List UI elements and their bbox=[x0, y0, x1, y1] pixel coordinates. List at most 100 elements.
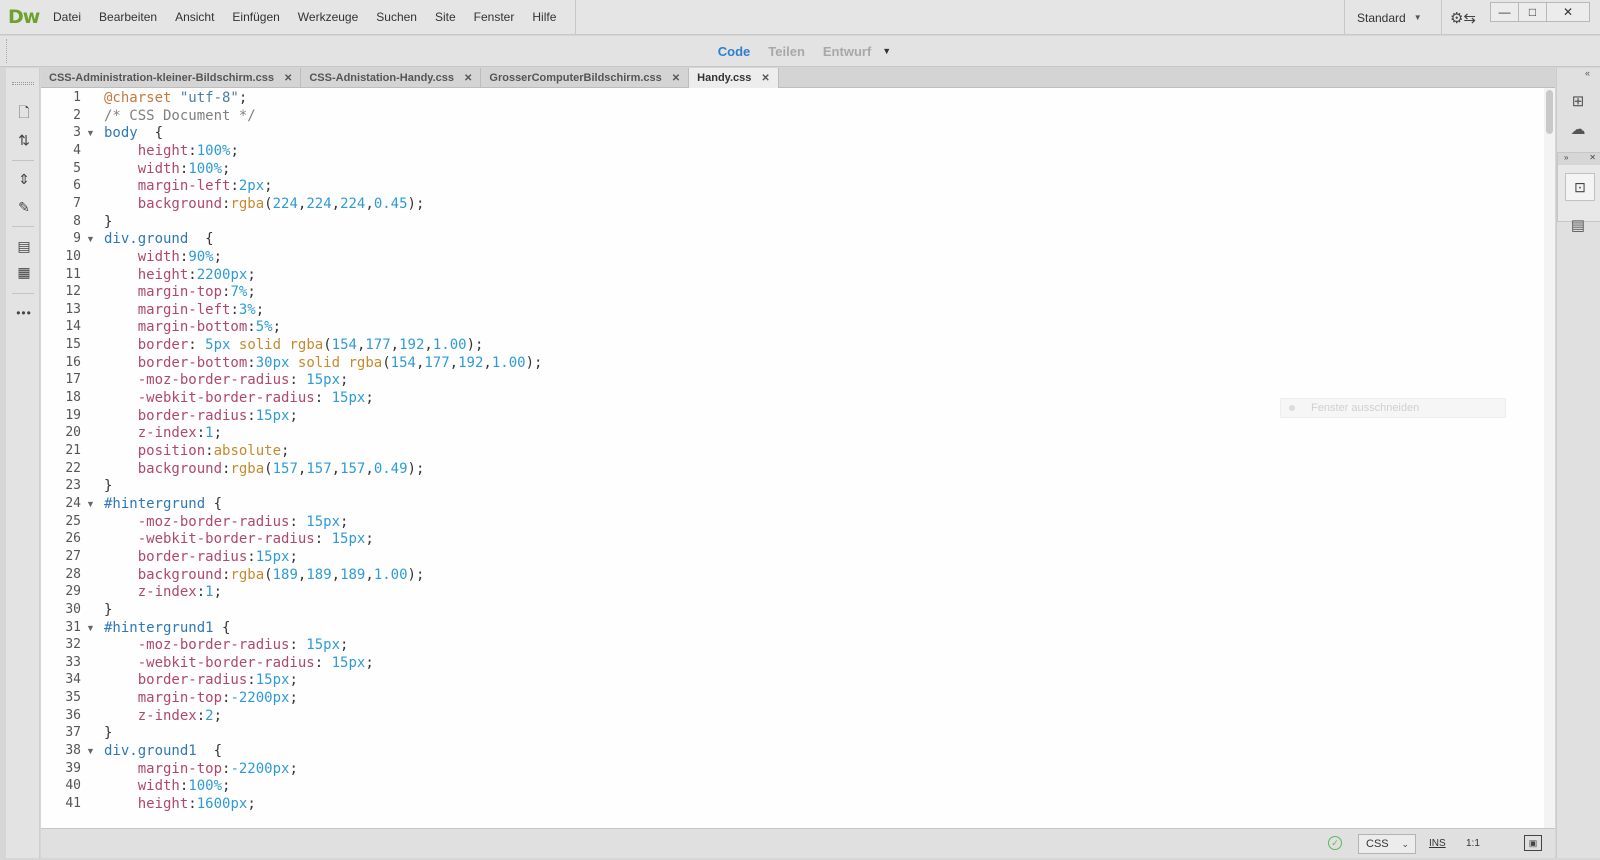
menu-8[interactable]: Hilfe bbox=[523, 0, 565, 35]
code-line[interactable]: background:rgba(189,189,189,1.00); bbox=[104, 566, 425, 584]
code-line[interactable]: width:90%; bbox=[104, 248, 222, 266]
close-tab-icon[interactable]: ✕ bbox=[284, 73, 292, 84]
fold-toggle-icon[interactable]: ▼ bbox=[86, 230, 95, 248]
code-line[interactable]: margin-top:-2200px; bbox=[104, 760, 298, 778]
code-line[interactable]: div.ground1 { bbox=[104, 742, 222, 760]
code-line[interactable]: -moz-border-radius: 15px; bbox=[104, 513, 349, 531]
menu-5[interactable]: Suchen bbox=[367, 0, 426, 35]
code-line[interactable]: #hintergrund { bbox=[104, 495, 222, 513]
document-tab[interactable]: Handy.css ✕ bbox=[689, 68, 779, 88]
code-editor[interactable]: 1 2 3 ▼ 4 5 6 7 8 9 ▼ 10 11 12 13 14 15 16 17 18 19 20 21 22 23 2… bbox=[41, 88, 1555, 828]
dom-panel-icon[interactable]: ▤ bbox=[1567, 214, 1589, 236]
code-line[interactable]: border: 5px solid rgba(154,177,192,1.00)… bbox=[104, 336, 484, 354]
document-tab[interactable]: CSS-Administration-kleiner-Bildschirm.cs… bbox=[41, 68, 302, 88]
site-structure-icon[interactable]: ⊞ bbox=[1567, 90, 1589, 112]
code-line[interactable]: position:absolute; bbox=[104, 442, 290, 460]
code-line[interactable]: margin-bottom:5%; bbox=[104, 318, 281, 336]
code-line[interactable]: #hintergrund1 { bbox=[104, 619, 230, 637]
code-line[interactable]: margin-left:2px; bbox=[104, 177, 273, 195]
code-line[interactable]: div.ground { bbox=[104, 230, 214, 248]
floating-panel-header[interactable]: » ✕ bbox=[1558, 153, 1600, 165]
sort-icon[interactable]: ⇅ bbox=[13, 130, 35, 150]
expand-collapse-icon[interactable]: ⇕ bbox=[13, 169, 35, 189]
code-line[interactable]: margin-top:-2200px; bbox=[104, 689, 298, 707]
code-token: border-radius bbox=[137, 407, 248, 424]
code-line[interactable]: height:100%; bbox=[104, 142, 239, 160]
code-line[interactable]: -webkit-border-radius: 15px; bbox=[104, 530, 374, 548]
code-line[interactable]: z-index:1; bbox=[104, 583, 222, 601]
close-panel-icon[interactable]: ✕ bbox=[1589, 153, 1596, 162]
fold-toggle-icon[interactable]: ▼ bbox=[86, 619, 95, 637]
sync-settings-icon[interactable]: ⚙⇆ bbox=[1448, 7, 1478, 29]
code-token: background bbox=[137, 460, 223, 477]
fold-toggle-icon[interactable]: ▼ bbox=[86, 124, 95, 142]
menu-1[interactable]: Bearbeiten bbox=[90, 0, 166, 35]
code-line[interactable]: border-bottom:30px solid rgba(154,177,19… bbox=[104, 354, 543, 372]
code-line[interactable]: } bbox=[104, 724, 112, 742]
code-line[interactable]: border-radius:15px; bbox=[104, 548, 298, 566]
close-tab-icon[interactable]: ✕ bbox=[672, 73, 680, 84]
code-line[interactable]: border-radius:15px; bbox=[104, 671, 298, 689]
code-line[interactable]: z-index:1; bbox=[104, 424, 222, 442]
toolbar-grip[interactable] bbox=[6, 39, 10, 63]
code-line[interactable]: -webkit-border-radius: 15px; bbox=[104, 389, 374, 407]
comment-icon[interactable]: ▤ bbox=[13, 236, 35, 256]
expand-panel-icon[interactable]: » bbox=[1564, 153, 1568, 162]
code-line[interactable]: width:100%; bbox=[104, 777, 231, 795]
menu-6[interactable]: Site bbox=[426, 0, 465, 35]
code-token: ; bbox=[247, 796, 256, 812]
document-tab[interactable]: GrosserComputerBildschirm.css ✕ bbox=[481, 68, 690, 88]
close-button[interactable]: ✕ bbox=[1547, 3, 1589, 21]
collapse-panels-icon[interactable]: « bbox=[1585, 68, 1590, 78]
close-tab-icon[interactable]: ✕ bbox=[761, 73, 769, 84]
code-line[interactable]: border-radius:15px; bbox=[104, 407, 298, 425]
code-line[interactable]: } bbox=[104, 477, 112, 495]
format-icon[interactable]: ✎ bbox=[13, 197, 35, 217]
code-line[interactable]: margin-top:7%; bbox=[104, 283, 256, 301]
menu-2[interactable]: Ansicht bbox=[166, 0, 223, 35]
menu-3[interactable]: Einfügen bbox=[223, 0, 288, 35]
code-line[interactable]: } bbox=[104, 213, 112, 231]
live-preview-icon[interactable]: ▣ bbox=[1524, 835, 1542, 851]
code-line[interactable]: width:100%; bbox=[104, 160, 231, 178]
view-dropdown-icon[interactable]: ▼ bbox=[882, 46, 891, 56]
code-line[interactable]: @charset "utf-8"; bbox=[104, 89, 247, 107]
document-type-select[interactable]: CSS ⌄ bbox=[1358, 834, 1416, 854]
code-line[interactable]: background:rgba(224,224,224,0.45); bbox=[104, 195, 425, 213]
code-line[interactable]: body { bbox=[104, 124, 163, 142]
insert-panel-icon[interactable]: ⊡ bbox=[1565, 173, 1595, 201]
maximize-button[interactable]: □ bbox=[1519, 3, 1547, 21]
more-icon[interactable]: ••• bbox=[13, 303, 35, 323]
new-document-icon[interactable]: 🗋 bbox=[13, 104, 35, 124]
code-line[interactable]: background:rgba(157,157,157,0.49); bbox=[104, 460, 425, 478]
code-line[interactable]: z-index:2; bbox=[104, 707, 222, 725]
code-line[interactable]: -moz-border-radius: 15px; bbox=[104, 371, 349, 389]
code-line[interactable]: /* CSS Document */ bbox=[104, 107, 256, 125]
menu-0[interactable]: Datei bbox=[44, 0, 90, 35]
snippet-icon[interactable]: ▦ bbox=[13, 262, 35, 282]
code-token: } bbox=[104, 478, 113, 495]
design-view-button[interactable]: Entwurf bbox=[814, 44, 880, 59]
vertical-scrollbar[interactable] bbox=[1544, 88, 1555, 828]
toolbar-grip[interactable] bbox=[12, 82, 34, 85]
close-tab-icon[interactable]: ✕ bbox=[464, 73, 472, 84]
scrollbar-thumb[interactable] bbox=[1546, 90, 1553, 134]
code-view-button[interactable]: Code bbox=[709, 44, 760, 59]
fold-toggle-icon[interactable]: ▼ bbox=[86, 742, 95, 760]
fold-toggle-icon[interactable]: ▼ bbox=[86, 495, 95, 513]
linting-ok-icon[interactable]: ✓ bbox=[1328, 836, 1342, 850]
minimize-button[interactable]: — bbox=[1491, 3, 1519, 21]
split-view-button[interactable]: Teilen bbox=[759, 44, 814, 59]
code-line[interactable]: height:2200px; bbox=[104, 266, 256, 284]
code-line[interactable]: -webkit-border-radius: 15px; bbox=[104, 654, 374, 672]
code-line[interactable]: -moz-border-radius: 15px; bbox=[104, 636, 349, 654]
workspace-layout-select[interactable]: Standard ▼ bbox=[1344, 0, 1442, 35]
code-line[interactable]: margin-left:3%; bbox=[104, 301, 264, 319]
insert-mode-indicator[interactable]: INS bbox=[1429, 838, 1446, 849]
menu-4[interactable]: Werkzeuge bbox=[289, 0, 367, 35]
menu-7[interactable]: Fenster bbox=[465, 0, 524, 35]
cc-libraries-icon[interactable]: ☁ bbox=[1567, 118, 1589, 140]
code-line[interactable]: } bbox=[104, 601, 112, 619]
document-tab[interactable]: CSS-Adnistation-Handy.css ✕ bbox=[301, 68, 482, 88]
code-line[interactable]: height:1600px; bbox=[104, 795, 256, 813]
